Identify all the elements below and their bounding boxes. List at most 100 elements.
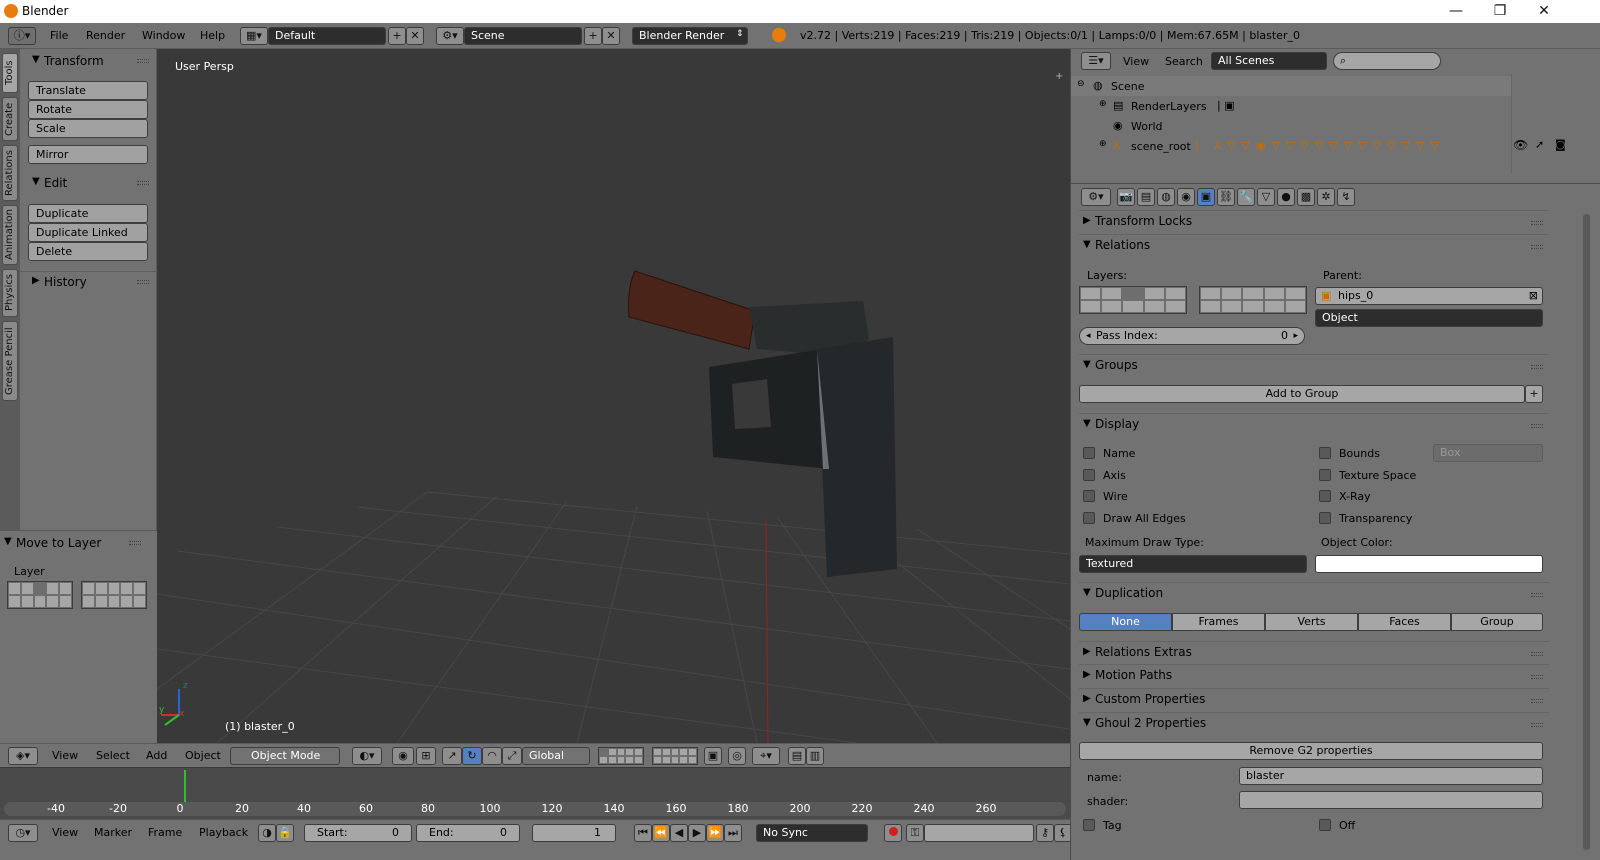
- menu-view[interactable]: View: [52, 826, 78, 839]
- menu-view[interactable]: View: [52, 749, 78, 762]
- editor-type-info-icon[interactable]: ⓘ▾: [8, 27, 36, 45]
- tab-tools[interactable]: Tools: [2, 53, 18, 93]
- drag-grip-icon[interactable]: [1531, 699, 1543, 703]
- add-layout-icon[interactable]: +: [388, 27, 406, 45]
- duplicate-button[interactable]: Duplicate: [28, 204, 148, 223]
- restore-button[interactable]: ❐: [1478, 0, 1522, 23]
- world-tab-icon[interactable]: ◉: [1177, 188, 1195, 206]
- menu-file[interactable]: File: [50, 29, 68, 42]
- add-scene-icon[interactable]: +: [584, 27, 602, 45]
- close-button[interactable]: ✕: [1522, 0, 1566, 23]
- tab-grease-pencil[interactable]: Grease Pencil: [2, 321, 18, 401]
- expand-icon[interactable]: ⊕: [1099, 139, 1107, 149]
- keying-set-icon[interactable]: ⚿: [906, 824, 924, 842]
- play-reverse-icon[interactable]: ◀: [670, 824, 688, 842]
- add-group-icon[interactable]: +: [1525, 385, 1543, 403]
- current-frame-cursor[interactable]: [184, 770, 186, 802]
- menu-playback[interactable]: Playback: [199, 826, 248, 839]
- panel-duplication-header[interactable]: ▼ Duplication: [1079, 582, 1549, 604]
- scale-manipulator-icon[interactable]: ⤢: [502, 747, 522, 765]
- scene-tab-icon[interactable]: ◍: [1157, 188, 1175, 206]
- layer-grid-2[interactable]: [81, 581, 147, 609]
- menu-view[interactable]: View: [1123, 55, 1149, 68]
- wire-checkbox[interactable]: [1083, 490, 1095, 502]
- layer-grid-1[interactable]: [7, 581, 73, 609]
- render-animation-icon[interactable]: ▥: [806, 747, 824, 765]
- tag-checkbox[interactable]: [1083, 819, 1095, 831]
- scene-layers-1[interactable]: [598, 747, 644, 765]
- tab-animation[interactable]: Animation: [2, 205, 18, 265]
- menu-select[interactable]: Select: [96, 749, 130, 762]
- render-engine-dropdown[interactable]: Blender Render: [632, 27, 748, 45]
- menu-frame[interactable]: Frame: [148, 826, 182, 839]
- expand-icon[interactable]: ⊕: [1099, 99, 1107, 109]
- outliner-row-scene[interactable]: ⊖ ◍ Scene: [1071, 76, 1511, 96]
- lock-layers-icon[interactable]: ▣: [704, 747, 722, 765]
- drag-grip-icon[interactable]: [1531, 652, 1543, 656]
- pass-index-field[interactable]: ◂ Pass Index: 0 ▸: [1079, 327, 1305, 345]
- dup-none-option[interactable]: None: [1079, 613, 1172, 631]
- drag-grip-icon[interactable]: [137, 59, 149, 63]
- dup-group-option[interactable]: Group: [1451, 613, 1543, 631]
- jump-keyframe-back-icon[interactable]: ⏪: [652, 824, 670, 842]
- panel-history-header[interactable]: ▶ History: [20, 271, 157, 291]
- x-ray-checkbox[interactable]: [1319, 490, 1331, 502]
- remove-layout-icon[interactable]: ✕: [406, 27, 424, 45]
- bounds-checkbox[interactable]: [1319, 447, 1331, 459]
- draw-all-edges-checkbox[interactable]: [1083, 512, 1095, 524]
- region-toggle-icon[interactable]: +: [1055, 71, 1063, 82]
- menu-render[interactable]: Render: [86, 29, 125, 42]
- outliner-row-scene-root[interactable]: ⊕ ⅄ scene_root | ⅄▽▽◉▽▽▽▽▽▽▽▽▽▽▽▽: [1071, 136, 1511, 156]
- pivot-point-icon[interactable]: ◉: [392, 747, 414, 765]
- max-draw-type-dropdown[interactable]: Textured: [1079, 555, 1307, 573]
- snap-icon[interactable]: ⌖▾: [752, 747, 780, 765]
- outliner-row-renderlayers[interactable]: ⊕ ▤ RenderLayers | ▣: [1071, 96, 1511, 116]
- screen-layout-icon[interactable]: ▦▾: [240, 27, 268, 45]
- proportional-edit-icon[interactable]: ◎: [728, 747, 746, 765]
- jump-start-icon[interactable]: ⏮: [634, 824, 652, 842]
- minimize-button[interactable]: —: [1434, 0, 1478, 23]
- panel-relations-extras-header[interactable]: ▶ Relations Extras: [1079, 641, 1549, 663]
- drag-grip-icon[interactable]: [1531, 723, 1543, 727]
- scale-manipulator-icon[interactable]: ◠: [482, 747, 502, 765]
- start-frame-field[interactable]: Start: 0: [304, 824, 412, 842]
- render-tab-icon[interactable]: 📷: [1117, 188, 1135, 206]
- mode-dropdown[interactable]: Object Mode: [230, 747, 340, 765]
- off-checkbox[interactable]: [1319, 819, 1331, 831]
- drag-grip-icon[interactable]: [1531, 675, 1543, 679]
- name-checkbox[interactable]: [1083, 447, 1095, 459]
- physics-tab-icon[interactable]: ↯: [1337, 188, 1355, 206]
- display-mode-dropdown[interactable]: All Scenes: [1211, 52, 1327, 70]
- panel-groups-header[interactable]: ▼ Groups: [1079, 354, 1549, 376]
- scene-dropdown[interactable]: Scene: [464, 27, 582, 45]
- scene-layers-2[interactable]: [652, 747, 698, 765]
- panel-edit-header[interactable]: ▼ Edit: [20, 173, 157, 193]
- dup-faces-option[interactable]: Faces: [1358, 613, 1451, 631]
- outliner-search-input[interactable]: ⌕: [1333, 52, 1441, 70]
- scene-icon[interactable]: ⚙▾: [436, 27, 464, 45]
- panel-custom-properties-header[interactable]: ▶ Custom Properties: [1079, 688, 1549, 710]
- decrement-icon[interactable]: ◂: [1086, 328, 1091, 344]
- translate-manipulator-icon[interactable]: ↗: [442, 747, 462, 765]
- drag-grip-icon[interactable]: [1531, 424, 1543, 428]
- delete-button[interactable]: Delete: [28, 242, 148, 261]
- translate-button[interactable]: Translate: [28, 81, 148, 100]
- viewport-shading-icon[interactable]: ◐▾: [352, 747, 382, 765]
- rotate-manipulator-icon[interactable]: ↻: [462, 747, 482, 765]
- increment-icon[interactable]: ▸: [1293, 328, 1298, 344]
- collapse-icon[interactable]: ⊖: [1077, 79, 1085, 89]
- end-frame-field[interactable]: End: 0: [416, 824, 520, 842]
- object-color-swatch[interactable]: [1315, 555, 1543, 573]
- editor-type-outliner-icon[interactable]: ☰▾: [1081, 52, 1111, 70]
- panel-move-to-layer-header[interactable]: ▼ Move to Layer: [0, 533, 149, 553]
- editor-type-3d-icon[interactable]: ◈▾: [8, 747, 38, 765]
- mirror-button[interactable]: Mirror: [28, 145, 148, 164]
- manipulator-toggle-icon[interactable]: ⊞: [416, 747, 436, 765]
- panel-transform-header[interactable]: ▼ Transform: [20, 51, 157, 71]
- axis-checkbox[interactable]: [1083, 469, 1095, 481]
- clear-parent-icon[interactable]: ⊠: [1529, 288, 1538, 304]
- g2-name-input[interactable]: blaster: [1239, 767, 1543, 785]
- drag-grip-icon[interactable]: [1531, 593, 1543, 597]
- modifiers-tab-icon[interactable]: 🔧: [1237, 188, 1255, 206]
- sync-mode-dropdown[interactable]: No Sync: [756, 824, 868, 842]
